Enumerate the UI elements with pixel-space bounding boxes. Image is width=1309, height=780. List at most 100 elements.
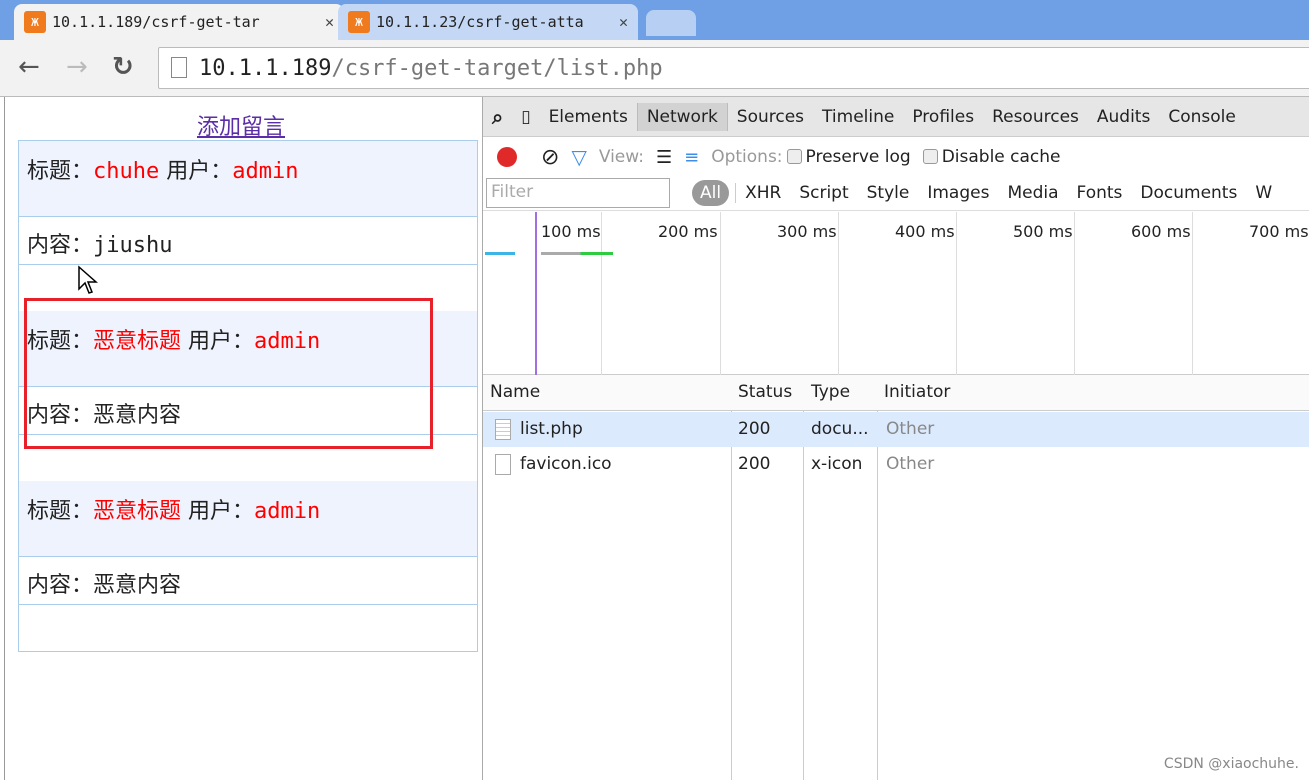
title-label: 标题： bbox=[27, 159, 94, 184]
message-user: admin bbox=[254, 499, 321, 524]
request-bar bbox=[485, 252, 515, 255]
close-icon[interactable]: ✕ bbox=[619, 13, 628, 31]
tab-profiles[interactable]: Profiles bbox=[903, 103, 983, 131]
url-host: 10.1.1.189 bbox=[199, 55, 332, 81]
filter-images[interactable]: Images bbox=[918, 183, 998, 203]
record-icon[interactable] bbox=[497, 147, 517, 167]
user-label: 用户： bbox=[166, 159, 233, 184]
filter-all[interactable]: All bbox=[692, 179, 730, 206]
message-title-row: 标题：chuhe 用户：admin bbox=[19, 141, 477, 217]
message-content: jiushu bbox=[93, 233, 173, 258]
request-status: 200 bbox=[738, 454, 771, 474]
reload-icon[interactable]: ↻ bbox=[112, 52, 134, 82]
view-label: View: bbox=[598, 147, 644, 167]
content-label: 内容： bbox=[27, 573, 94, 598]
xampp-icon: ж bbox=[348, 11, 370, 33]
devtools-panel: ⌕ ▯ Elements Network Sources Timeline Pr… bbox=[482, 97, 1309, 780]
tab-list[interactable]: ж 10.1.1.189/csrf-get-tar ✕ bbox=[14, 4, 344, 40]
list-view-icon[interactable]: ☰ bbox=[656, 147, 672, 168]
request-type: docu... bbox=[811, 419, 869, 439]
disable-cache-label: Disable cache bbox=[941, 147, 1061, 167]
document-icon bbox=[495, 419, 511, 440]
mouse-cursor-icon bbox=[78, 265, 98, 294]
watermark: CSDN @xiaochuhe. bbox=[1163, 756, 1299, 772]
url-path: /csrf-get-target/list.php bbox=[331, 55, 663, 81]
message-item: 标题：恶意标题 用户：admin 内容：恶意内容 bbox=[18, 481, 478, 652]
col-status[interactable]: Status bbox=[738, 382, 792, 402]
timeline-tick: 400 ms bbox=[838, 212, 955, 375]
xampp-icon: ж bbox=[24, 11, 46, 33]
filter-icon[interactable]: ▽ bbox=[571, 145, 586, 169]
clear-icon[interactable]: ⊘ bbox=[541, 145, 559, 170]
tab-attack[interactable]: ж 10.1.1.23/csrf-get-atta ✕ bbox=[338, 4, 638, 40]
add-message-link[interactable]: 添加留言 bbox=[5, 109, 477, 141]
filter-script[interactable]: Script bbox=[790, 183, 857, 203]
request-type: x-icon bbox=[811, 454, 863, 474]
message-content-row: 内容：恶意内容 bbox=[19, 557, 477, 605]
message-title: 恶意标题 bbox=[93, 499, 182, 524]
filter-bar: Filter All XHR Script Style Images Media… bbox=[483, 175, 1309, 211]
tab-timeline[interactable]: Timeline bbox=[813, 103, 903, 131]
tab-elements[interactable]: Elements bbox=[540, 103, 637, 131]
col-type[interactable]: Type bbox=[811, 382, 850, 402]
user-label: 用户： bbox=[188, 499, 255, 524]
devtools-tabs: ⌕ ▯ Elements Network Sources Timeline Pr… bbox=[483, 97, 1309, 137]
new-tab-button[interactable] bbox=[646, 10, 696, 36]
waterfall-icon[interactable]: ≡ bbox=[684, 147, 699, 168]
filter-xhr[interactable]: XHR bbox=[735, 182, 790, 203]
tab-bar: ж 10.1.1.189/csrf-get-tar ✕ ж 10.1.1.23/… bbox=[0, 0, 1309, 40]
options-label: Options: bbox=[711, 147, 783, 167]
tab-title: 10.1.1.189/csrf-get-tar bbox=[52, 13, 260, 31]
back-icon[interactable]: ← bbox=[18, 52, 40, 82]
timeline-tick: 100 ms bbox=[535, 212, 601, 375]
message-content: 恶意内容 bbox=[93, 573, 182, 598]
request-row[interactable]: list.php 200 docu... Other bbox=[483, 412, 1309, 447]
timeline-tick: 700 ms bbox=[1192, 212, 1309, 375]
page-icon bbox=[171, 57, 187, 78]
request-name: list.php bbox=[520, 419, 583, 439]
request-status: 200 bbox=[738, 419, 771, 439]
filter-fonts[interactable]: Fonts bbox=[1068, 183, 1132, 203]
highlight-box bbox=[24, 298, 433, 449]
request-initiator: Other bbox=[886, 419, 935, 439]
file-icon bbox=[495, 454, 511, 475]
timeline-tick: 500 ms bbox=[956, 212, 1073, 375]
request-row[interactable]: favicon.ico 200 x-icon Other bbox=[483, 447, 1309, 482]
disable-cache-checkbox[interactable]: Disable cache bbox=[922, 147, 1061, 167]
message-title: chuhe bbox=[93, 159, 160, 184]
filter-websockets[interactable]: W bbox=[1246, 183, 1281, 203]
request-bar bbox=[541, 252, 613, 255]
forward-icon[interactable]: → bbox=[66, 52, 88, 82]
request-table-header: Name Status Type Initiator bbox=[483, 375, 1309, 411]
timeline-tick: 300 ms bbox=[720, 212, 837, 375]
request-initiator: Other bbox=[886, 454, 935, 474]
filter-documents[interactable]: Documents bbox=[1131, 183, 1246, 203]
device-icon[interactable]: ▯ bbox=[512, 103, 539, 131]
request-name: favicon.ico bbox=[520, 454, 612, 474]
filter-media[interactable]: Media bbox=[998, 183, 1067, 203]
tab-audits[interactable]: Audits bbox=[1088, 103, 1159, 131]
content-label: 内容： bbox=[27, 233, 94, 258]
tab-title: 10.1.1.23/csrf-get-atta bbox=[376, 13, 584, 31]
col-initiator[interactable]: Initiator bbox=[884, 382, 950, 402]
tab-network[interactable]: Network bbox=[636, 102, 728, 131]
message-user: admin bbox=[232, 159, 299, 184]
timeline-tick: 200 ms bbox=[601, 212, 718, 375]
timeline-overview[interactable]: 100 ms 200 ms 300 ms 400 ms 500 ms 600 m… bbox=[483, 212, 1309, 375]
network-toolbar: ⊘ ▽ View: ☰ ≡ Options: Preserve log Disa… bbox=[483, 139, 1309, 175]
address-bar[interactable]: 10.1.1.189/csrf-get-target/list.php bbox=[158, 47, 1309, 89]
title-label: 标题： bbox=[27, 499, 94, 524]
close-icon[interactable]: ✕ bbox=[325, 13, 334, 31]
search-icon[interactable]: ⌕ bbox=[483, 101, 512, 133]
preserve-log-label: Preserve log bbox=[805, 147, 911, 167]
filter-input[interactable]: Filter bbox=[486, 177, 670, 208]
tab-console[interactable]: Console bbox=[1159, 103, 1245, 131]
filter-style[interactable]: Style bbox=[858, 183, 919, 203]
message-content-row: 内容：jiushu bbox=[19, 217, 477, 265]
tab-sources[interactable]: Sources bbox=[728, 103, 813, 131]
preserve-log-checkbox[interactable]: Preserve log bbox=[786, 147, 911, 167]
tab-resources[interactable]: Resources bbox=[983, 103, 1088, 131]
timeline-tick: 600 ms bbox=[1074, 212, 1191, 375]
message-title-row: 标题：恶意标题 用户：admin bbox=[19, 481, 477, 557]
col-name[interactable]: Name bbox=[490, 382, 540, 402]
